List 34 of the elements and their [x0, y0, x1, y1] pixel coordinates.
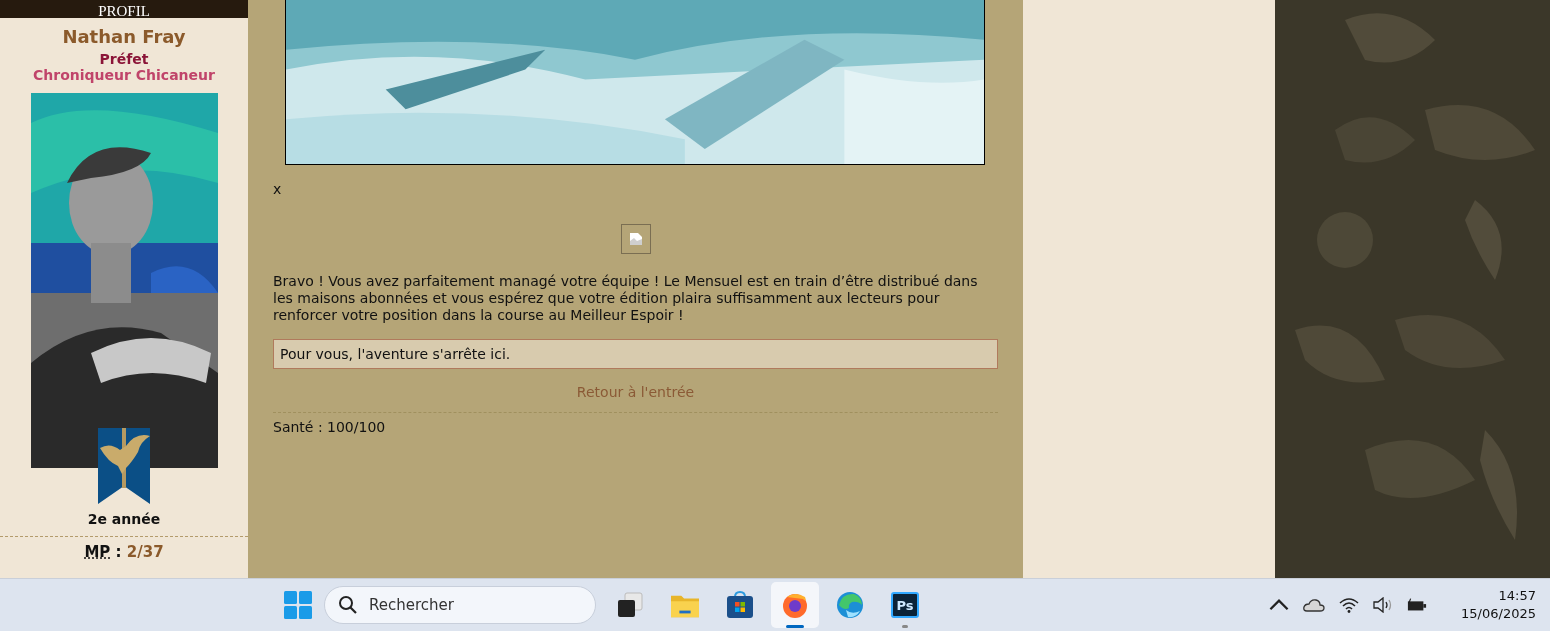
task-view-icon [616, 591, 644, 619]
running-indicator [786, 625, 804, 628]
broken-image-icon [620, 224, 651, 254]
profile-title: Chroniqueur Chicaneur [33, 67, 215, 83]
cloud-icon[interactable] [1303, 597, 1326, 613]
profile-name[interactable]: Nathan Fray [62, 26, 186, 47]
clock-time: 14:57 [1498, 587, 1536, 605]
marker-text: x [273, 181, 283, 197]
stat-label: MP [84, 543, 111, 561]
school-year: 2e année [87, 511, 161, 527]
eagle-banner-icon [95, 428, 152, 504]
running-indicator [902, 625, 908, 628]
notice-text: Pour vous, l'aventure s'arrête ici. [280, 346, 511, 362]
search-field[interactable]: Rechercher [324, 586, 596, 624]
taskbar-app[interactable]: Ps [881, 582, 929, 628]
taskbar-app[interactable] [771, 582, 819, 628]
stat-separator: : [114, 543, 123, 561]
fox-browser-icon [781, 591, 809, 619]
health-text: Santé : 100/100 [273, 419, 387, 435]
clock[interactable]: 14:57 15/06/2025 [1461, 587, 1536, 623]
profile-heading: PROFIL [98, 5, 150, 18]
chevron-up-icon[interactable] [1269, 597, 1290, 613]
volume-icon[interactable] [1373, 597, 1394, 613]
stat-value: 2/37 [126, 543, 164, 561]
photo-editor-icon: Ps [891, 592, 919, 618]
battery-icon[interactable] [1407, 597, 1428, 613]
store-bag-icon [726, 591, 754, 619]
search-icon [338, 595, 358, 615]
windows-start-icon[interactable] [284, 591, 312, 619]
story-paragraph: Bravo ! Vous avez parfaitement managé votre équipe ! Le Mensuel est en train d’être distribué dans les maisons abonnées et vous espérez que votre édition plaira suffisamment aux lecteurs pour renforcer votre position dans la course au Meilleur Espoir ! [273, 273, 979, 324]
clock-date: 15/06/2025 [1461, 605, 1536, 623]
profile-role: Préfet [99, 51, 149, 67]
wave-browser-icon [836, 591, 864, 619]
wifi-icon[interactable] [1339, 597, 1360, 613]
